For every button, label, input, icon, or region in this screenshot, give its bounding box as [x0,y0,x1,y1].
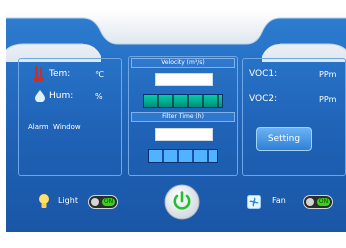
voc-panel: VOC1: PPm VOC2: PPm [242,58,346,176]
velocity-header: Velocity (m³/s) [131,58,235,68]
power-icon[interactable] [162,182,202,222]
water-drop-icon [35,90,45,102]
light-toggle-state: ON [102,198,115,206]
fan-toggle-state: ON [317,198,330,206]
fan-toggle-knob [306,198,314,206]
fan-icon [247,195,261,209]
velocity-value-box [155,73,213,86]
fan-toggle[interactable]: ON [303,195,333,209]
voc2-label: VOC2: [249,94,278,104]
footer-area [0,232,346,248]
top-tab-bar [6,10,346,62]
sensor-panel: Tem: ℃ Hum: % Alarm Window [18,58,122,176]
alarm-window-text: Alarm Window [28,123,81,131]
airflow-panel: Velocity (m³/s) Filter Time (h) [128,56,238,176]
humidity-label: Hum: [49,91,74,101]
temperature-unit: ℃ [95,70,104,79]
light-toggle-knob [91,198,99,206]
voc1-unit: PPm [319,70,337,79]
lightbulb-icon [39,194,49,208]
voc1-label: VOC1: [249,69,278,79]
filter-time-level-bar [148,149,218,163]
filter-time-label: Filter Time (h) [162,113,204,120]
humidity-unit: % [95,92,103,101]
velocity-level-bar [143,94,223,108]
screen: { "colors": { "primary_blue": "#1f62b6",… [0,0,346,248]
setting-button[interactable]: Setting [256,127,312,151]
fan-label: Fan [272,196,286,205]
filter-time-value-box [155,128,213,141]
velocity-label: Velocity (m³/s) [161,59,205,66]
light-toggle[interactable]: ON [88,195,118,209]
temperature-label: Tem: [49,69,71,79]
light-label: Light [58,196,78,205]
thermometer-icon [33,66,44,82]
filter-time-header: Filter Time (h) [131,112,235,122]
voc2-unit: PPm [319,95,337,104]
